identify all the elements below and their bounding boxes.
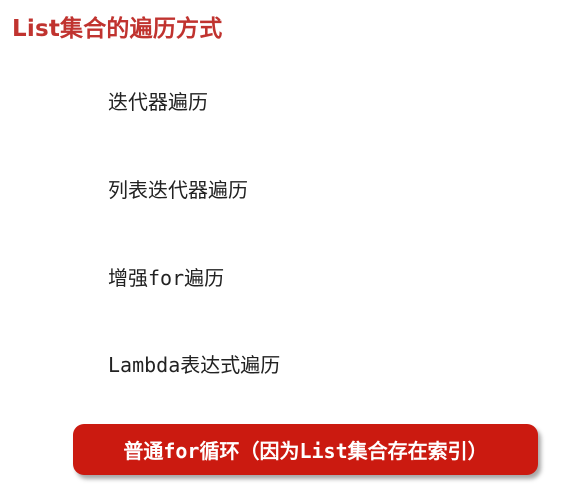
traversal-item-list-iterator: 列表迭代器遍历 bbox=[108, 178, 248, 202]
traversal-item-lambda: Lambda表达式遍历 bbox=[108, 353, 281, 377]
highlight-text: 普通for循环（因为List集合存在索引） bbox=[123, 439, 488, 463]
traversal-item-enhanced-for: 增强for遍历 bbox=[108, 266, 225, 290]
highlight-box-normal-for: 普通for循环（因为List集合存在索引） bbox=[73, 424, 538, 475]
slide-title: List集合的遍历方式 bbox=[12, 16, 223, 42]
traversal-item-iterator: 迭代器遍历 bbox=[108, 90, 208, 114]
